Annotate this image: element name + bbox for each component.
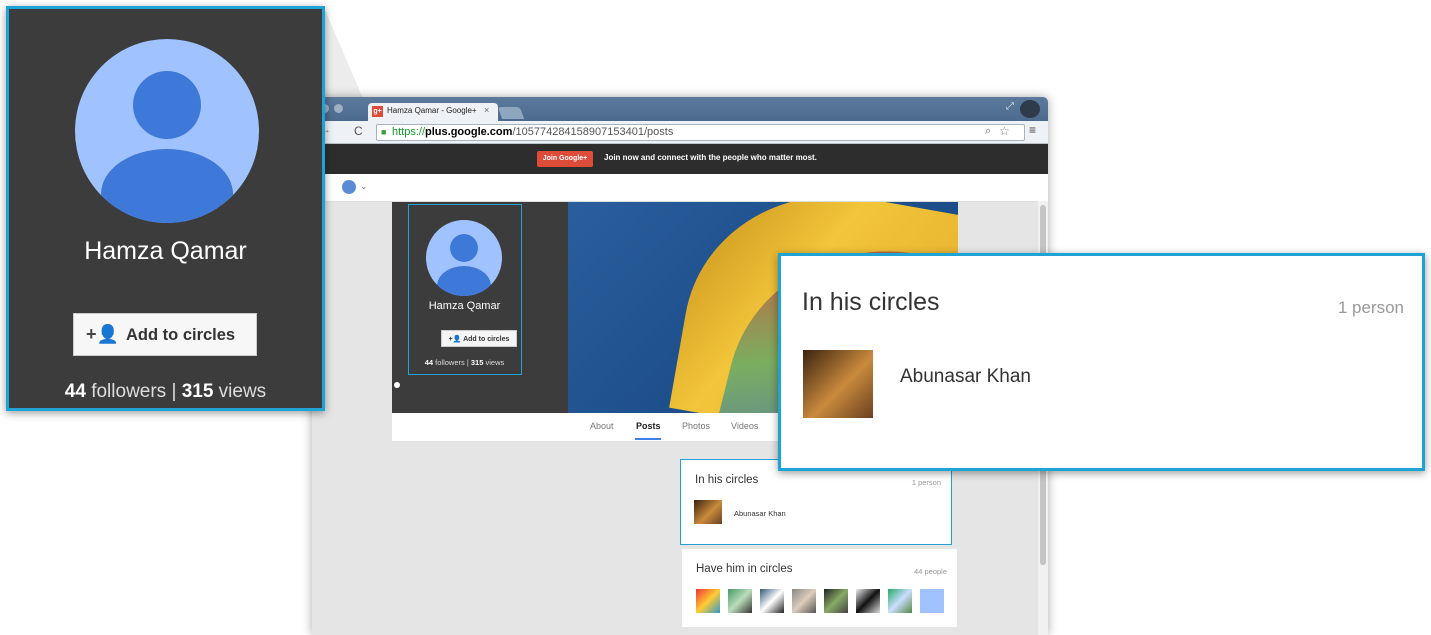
friend-avatar[interactable] [694,500,722,524]
tab-photos[interactable]: Photos [682,421,710,431]
new-tab-button[interactable] [497,107,525,119]
tab-title: Hamza Qamar - Google+ [387,106,477,115]
profile-avatar-zoomed [75,39,259,223]
account-avatar-icon [342,180,356,194]
profile-highlight: Hamza Qamar +👤 Add to circles 44 followe… [408,204,522,375]
tab-about[interactable]: About [590,421,614,431]
gplus-header: + ⌄ [312,174,1048,202]
in-circles-count-zoomed: 1 person [1337,298,1404,317]
profile-name: Hamza Qamar [428,300,501,312]
profile-name-zoomed: Hamza Qamar [84,237,247,265]
people-avatar[interactable] [856,589,880,613]
account-switcher[interactable]: ⌄ [342,180,378,196]
tab-strip: g+ Hamza Qamar - Google+ × ⤢ [312,97,1048,121]
browser-toolbar: → C ■ https://plus.google.com/1057742841… [312,121,1048,144]
tab-videos[interactable]: Videos [731,421,758,431]
people-avatar[interactable] [728,589,752,613]
fullscreen-icon[interactable]: ⤢ [1006,101,1014,112]
in-his-circles-card: In his circles 1 person Abunasar Khan [680,459,952,545]
tab-close-icon[interactable]: × [484,105,489,115]
tab-posts[interactable]: Posts [636,421,661,431]
hamburger-menu-icon[interactable]: ≡ [1029,123,1036,137]
profile-avatar[interactable] [426,220,502,296]
zoom-callout-profile: Hamza Qamar +👤 Add to circles 44 followe… [6,6,325,411]
people-avatar-default[interactable] [920,589,944,613]
have-him-in-circles-card: Have him in circles 44 people [682,549,957,627]
join-google-plus-button[interactable]: Join Google+ [537,151,593,167]
chevron-down-icon: ⌄ [360,181,368,191]
have-in-circles-title: Have him in circles [696,563,793,575]
carousel-dot[interactable] [394,382,400,388]
lock-icon: ■ [381,127,387,137]
add-person-icon: +👤 [86,324,119,344]
add-to-circles-button[interactable]: +👤 Add to circles [441,330,517,347]
gplus-favicon-icon: g+ [372,106,383,117]
promo-text: Join now and connect with the people who… [604,153,817,162]
in-circles-count[interactable]: 1 person [912,478,941,487]
address-bar[interactable]: ■ https://plus.google.com/10577428415890… [376,124,1025,141]
magnifier-icon[interactable]: ⌕ [985,125,991,138]
people-avatar-row [696,589,946,615]
people-avatar[interactable] [824,589,848,613]
add-to-circles-label: Add to circles [126,326,236,344]
browser-tab[interactable]: g+ Hamza Qamar - Google+ × [368,103,498,121]
people-avatar[interactable] [696,589,720,613]
bookmark-star-icon[interactable]: ☆ [999,124,1010,138]
friend-name[interactable]: Abunasar Khan [734,509,786,518]
zoom-callout-circles: In his circles 1 person Abunasar Khan [778,253,1425,471]
active-tab-indicator [635,438,661,440]
people-avatar[interactable] [760,589,784,613]
window-minimize-button[interactable] [334,104,343,113]
in-circles-title-zoomed: In his circles [802,288,940,316]
in-circles-title: In his circles [695,474,759,486]
profile-card: Hamza Qamar +👤 Add to circles 44 followe… [392,202,568,413]
friend-name-zoomed: Abunasar Khan [900,366,1031,387]
have-in-circles-count[interactable]: 44 people [914,567,947,576]
profile-stats: 44 followers | 315 views [424,358,505,367]
join-promo-bar: Join Google+ Join now and connect with t… [312,144,1048,174]
url-text: https://plus.google.com/1057742841589071… [392,126,674,138]
people-avatar[interactable] [888,589,912,613]
people-avatar[interactable] [792,589,816,613]
incognito-icon [1020,100,1040,118]
friend-avatar-zoomed [803,350,873,418]
reload-icon[interactable]: C [354,124,363,138]
add-to-circles-button-zoomed[interactable]: +👤 Add to circles [73,313,257,356]
profile-stats-zoomed: 44 followers | 315 views [64,381,267,402]
